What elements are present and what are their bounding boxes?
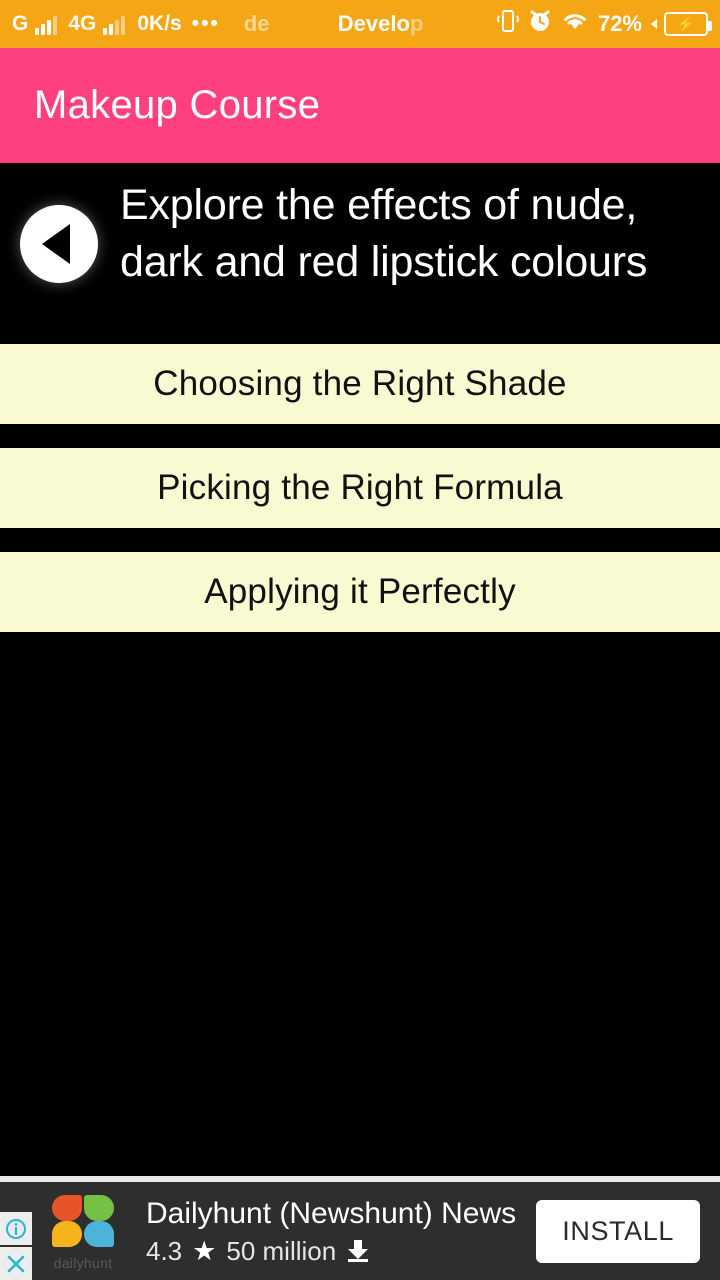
list-item-label: Applying it Perfectly bbox=[204, 572, 516, 611]
ad-banner[interactable]: dailyhunt Dailyhunt (Newshunt) News 4.3 … bbox=[0, 1182, 720, 1280]
ad-text-block: Dailyhunt (Newshunt) News 4.3 ★ 50 milli… bbox=[120, 1196, 536, 1267]
list-item[interactable]: Applying it Perfectly bbox=[0, 552, 720, 632]
network-type-2-label: 4G bbox=[68, 12, 97, 35]
ticker-partial-text: de bbox=[243, 11, 270, 36]
phone-screen: G 4G 0K/s ••• de Develop 72% ⚡ Makeup Co… bbox=[0, 0, 720, 1280]
list-item-label: Picking the Right Formula bbox=[157, 468, 563, 507]
ad-meta-row: 4.3 ★ 50 million bbox=[146, 1236, 536, 1267]
notification-ticker: de Develop bbox=[220, 0, 497, 48]
battery-charging-icon: ⚡ bbox=[664, 12, 712, 36]
download-icon bbox=[348, 1240, 369, 1262]
list-item-label: Choosing the Right Shade bbox=[153, 364, 567, 403]
app-bar: Makeup Course bbox=[0, 48, 720, 163]
install-button[interactable]: INSTALL bbox=[536, 1199, 700, 1263]
back-button[interactable] bbox=[20, 205, 98, 283]
status-bar-right: 72% ⚡ bbox=[496, 8, 712, 40]
dailyhunt-logo-icon: dailyhunt bbox=[46, 1195, 120, 1271]
network-type-label: G bbox=[12, 12, 29, 35]
back-triangle-icon bbox=[42, 224, 70, 264]
status-bar: G 4G 0K/s ••• de Develop 72% ⚡ bbox=[0, 0, 720, 48]
signal-strength-2-icon bbox=[103, 13, 126, 35]
status-bar-left: G 4G 0K/s ••• bbox=[12, 12, 220, 36]
page-title: Makeup Course bbox=[34, 83, 321, 127]
section-heading: Explore the effects of nude, dark and re… bbox=[120, 181, 648, 286]
network-speed-label: 0K/s bbox=[137, 12, 182, 35]
star-icon: ★ bbox=[192, 1235, 217, 1266]
list-item[interactable]: Picking the Right Formula bbox=[0, 448, 720, 528]
topic-list: Choosing the Right Shade Picking the Rig… bbox=[0, 344, 720, 656]
alarm-icon bbox=[528, 8, 552, 40]
battery-tip-icon bbox=[651, 19, 657, 29]
ad-app-name: Dailyhunt (Newshunt) News bbox=[146, 1196, 517, 1230]
list-item[interactable]: Choosing the Right Shade bbox=[0, 344, 720, 424]
ticker-text: Develop bbox=[337, 11, 424, 36]
wifi-icon bbox=[561, 10, 589, 38]
ad-controls bbox=[0, 1182, 32, 1280]
ad-logo-wordmark: dailyhunt bbox=[53, 1255, 113, 1271]
more-dots-icon: ••• bbox=[191, 12, 220, 35]
ad-downloads-value: 50 million bbox=[226, 1235, 337, 1266]
content-header: Explore the effects of nude, dark and re… bbox=[0, 163, 720, 341]
signal-strength-icon bbox=[35, 13, 58, 35]
ad-rating-value: 4.3 bbox=[146, 1235, 183, 1266]
battery-percent-label: 72% bbox=[597, 11, 642, 36]
close-icon[interactable] bbox=[0, 1247, 32, 1280]
vibrate-icon bbox=[496, 8, 520, 40]
info-icon[interactable] bbox=[0, 1212, 32, 1245]
